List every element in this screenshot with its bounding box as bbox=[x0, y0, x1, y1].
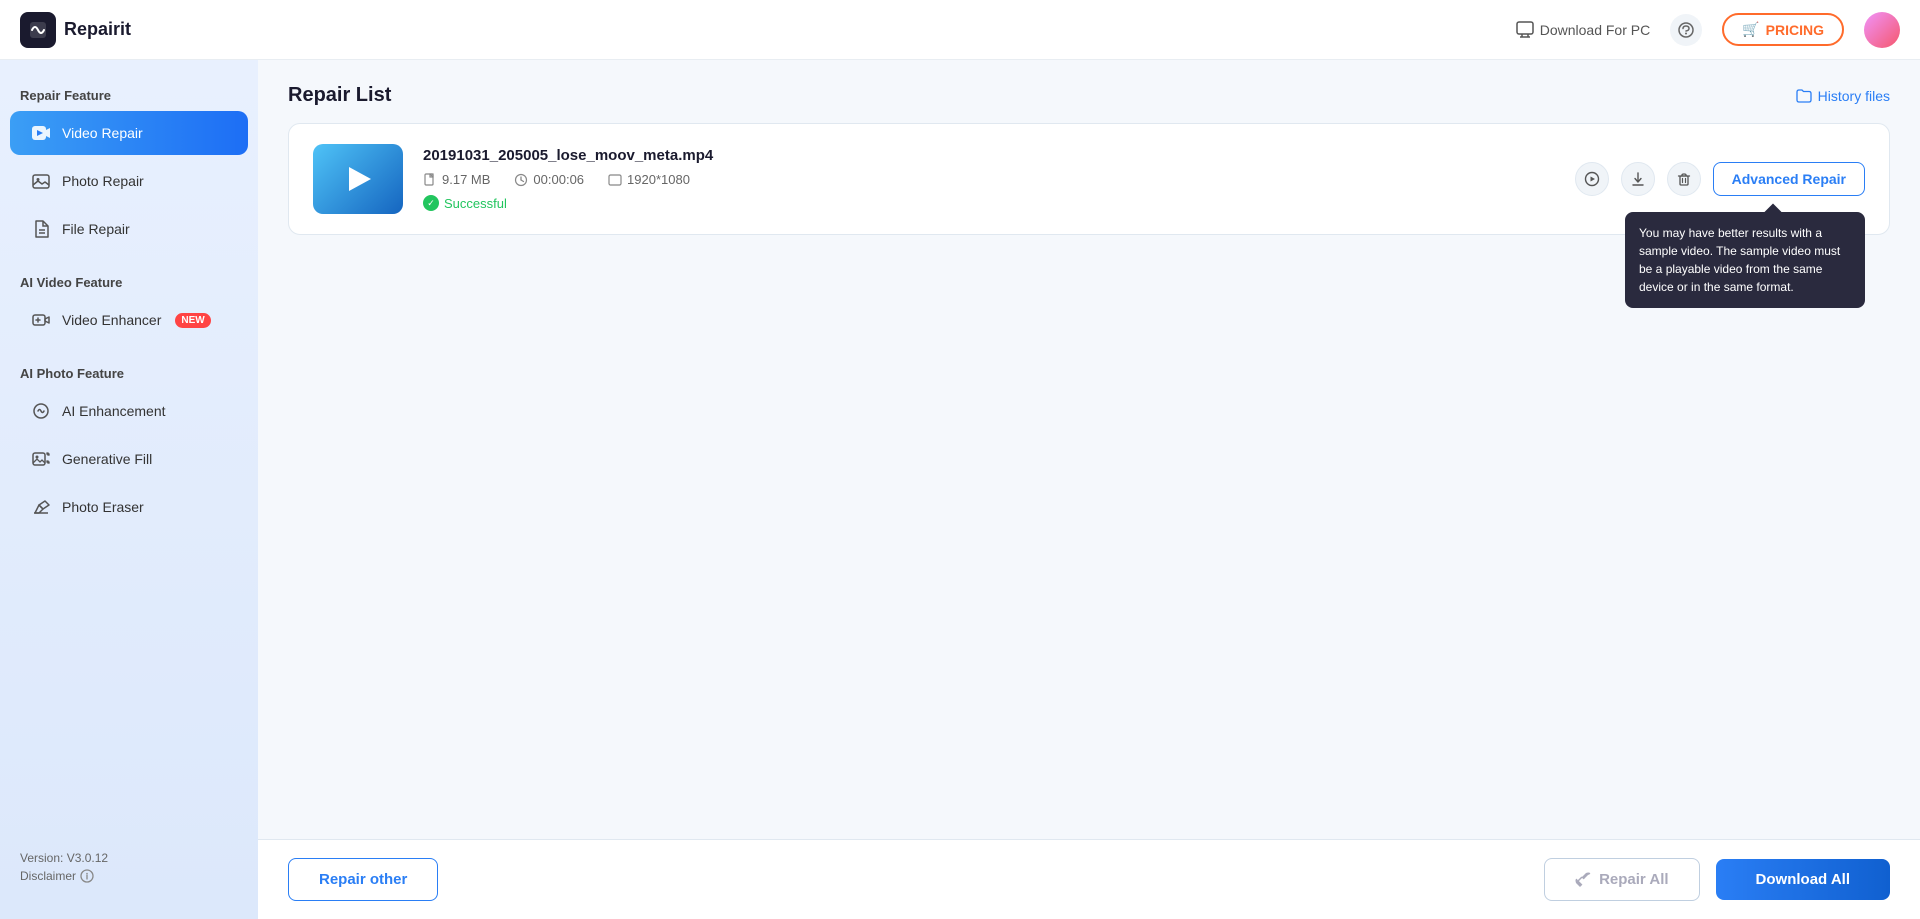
photo-repair-icon bbox=[30, 170, 52, 192]
repair-other-button[interactable]: Repair other bbox=[288, 858, 438, 901]
pricing-icon: 🛒 bbox=[1742, 21, 1759, 38]
page-title: Repair List bbox=[288, 84, 391, 107]
bottom-bar: Repair other Repair All Download All bbox=[258, 839, 1920, 919]
bottom-right-actions: Repair All Download All bbox=[1544, 858, 1890, 901]
download-all-button[interactable]: Download All bbox=[1716, 859, 1890, 900]
pricing-button[interactable]: 🛒 PRICING bbox=[1722, 13, 1844, 46]
logo-icon bbox=[20, 12, 56, 48]
delete-button[interactable] bbox=[1667, 162, 1701, 196]
sidebar-section-repair: Repair Feature bbox=[0, 80, 258, 109]
sidebar-bottom: Version: V3.0.12 Disclaimer bbox=[0, 835, 258, 899]
clock-icon bbox=[514, 173, 528, 187]
photo-eraser-icon bbox=[30, 496, 52, 518]
new-badge: NEW bbox=[175, 313, 210, 328]
resolution-icon bbox=[608, 173, 622, 187]
generative-fill-icon bbox=[30, 448, 52, 470]
repair-all-button[interactable]: Repair All bbox=[1544, 858, 1699, 901]
download-pc-button[interactable]: Download For PC bbox=[1516, 21, 1651, 39]
advanced-repair-tooltip: You may have better results with a sampl… bbox=[1625, 212, 1865, 308]
file-size-meta: 9.17 MB bbox=[423, 172, 490, 187]
play-icon bbox=[349, 167, 371, 191]
preview-button[interactable] bbox=[1575, 162, 1609, 196]
topbar: Repairit Download For PC 🛒 PRICING bbox=[0, 0, 1920, 60]
download-icon bbox=[1630, 171, 1646, 187]
folder-icon bbox=[1796, 88, 1812, 104]
user-avatar[interactable] bbox=[1864, 12, 1900, 48]
sidebar-section-ai-photo: AI Photo Feature bbox=[0, 358, 258, 387]
file-resolution-meta: 1920*1080 bbox=[608, 172, 690, 187]
file-info: 20191031_205005_lose_moov_meta.mp4 9.17 … bbox=[423, 147, 1555, 211]
app-name: Repairit bbox=[64, 19, 131, 40]
sidebar-item-photo-eraser[interactable]: Photo Eraser bbox=[10, 485, 248, 529]
file-repair-icon bbox=[30, 218, 52, 240]
sidebar-item-video-repair[interactable]: Video Repair bbox=[10, 111, 248, 155]
version-label: Version: V3.0.12 bbox=[20, 851, 238, 865]
video-repair-icon bbox=[30, 122, 52, 144]
ai-enhancement-icon bbox=[30, 400, 52, 422]
content-area: Repair List History files 20191031_20500… bbox=[258, 60, 1920, 919]
file-size-icon bbox=[423, 173, 437, 187]
sidebar-item-generative-fill[interactable]: Generative Fill bbox=[10, 437, 248, 481]
repair-all-icon bbox=[1575, 872, 1591, 888]
file-list: 20191031_205005_lose_moov_meta.mp4 9.17 … bbox=[258, 123, 1920, 839]
file-status: ✓ Successful bbox=[423, 195, 1555, 211]
headset-icon bbox=[1677, 21, 1695, 39]
disclaimer-button[interactable]: Disclaimer bbox=[20, 869, 238, 883]
trash-icon bbox=[1676, 171, 1692, 187]
play-circle-icon bbox=[1584, 171, 1600, 187]
file-actions: Advanced Repair You may have better resu… bbox=[1575, 162, 1865, 196]
sidebar-section-ai-video: AI Video Feature bbox=[0, 267, 258, 296]
logo: Repairit bbox=[20, 12, 131, 48]
file-meta: 9.17 MB 00:00:06 bbox=[423, 172, 1555, 187]
main-layout: Repair Feature Video Repair Photo Repair bbox=[0, 60, 1920, 919]
topbar-right: Download For PC 🛒 PRICING bbox=[1516, 12, 1900, 48]
sidebar-item-ai-enhancement[interactable]: AI Enhancement bbox=[10, 389, 248, 433]
video-enhancer-icon bbox=[30, 309, 52, 331]
download-button[interactable] bbox=[1621, 162, 1655, 196]
help-button[interactable] bbox=[1670, 14, 1702, 46]
sidebar-item-photo-repair[interactable]: Photo Repair bbox=[10, 159, 248, 203]
file-card: 20191031_205005_lose_moov_meta.mp4 9.17 … bbox=[288, 123, 1890, 235]
sidebar: Repair Feature Video Repair Photo Repair bbox=[0, 60, 258, 919]
success-dot-icon: ✓ bbox=[423, 195, 439, 211]
file-name: 20191031_205005_lose_moov_meta.mp4 bbox=[423, 147, 1555, 164]
info-icon bbox=[80, 869, 94, 883]
file-thumbnail bbox=[313, 144, 403, 214]
sidebar-item-file-repair[interactable]: File Repair bbox=[10, 207, 248, 251]
history-files-button[interactable]: History files bbox=[1796, 88, 1890, 104]
advanced-repair-button[interactable]: Advanced Repair bbox=[1713, 162, 1865, 196]
sidebar-item-video-enhancer[interactable]: Video Enhancer NEW bbox=[10, 298, 248, 342]
file-duration-meta: 00:00:06 bbox=[514, 172, 584, 187]
monitor-icon bbox=[1516, 21, 1534, 39]
content-header: Repair List History files bbox=[258, 60, 1920, 123]
